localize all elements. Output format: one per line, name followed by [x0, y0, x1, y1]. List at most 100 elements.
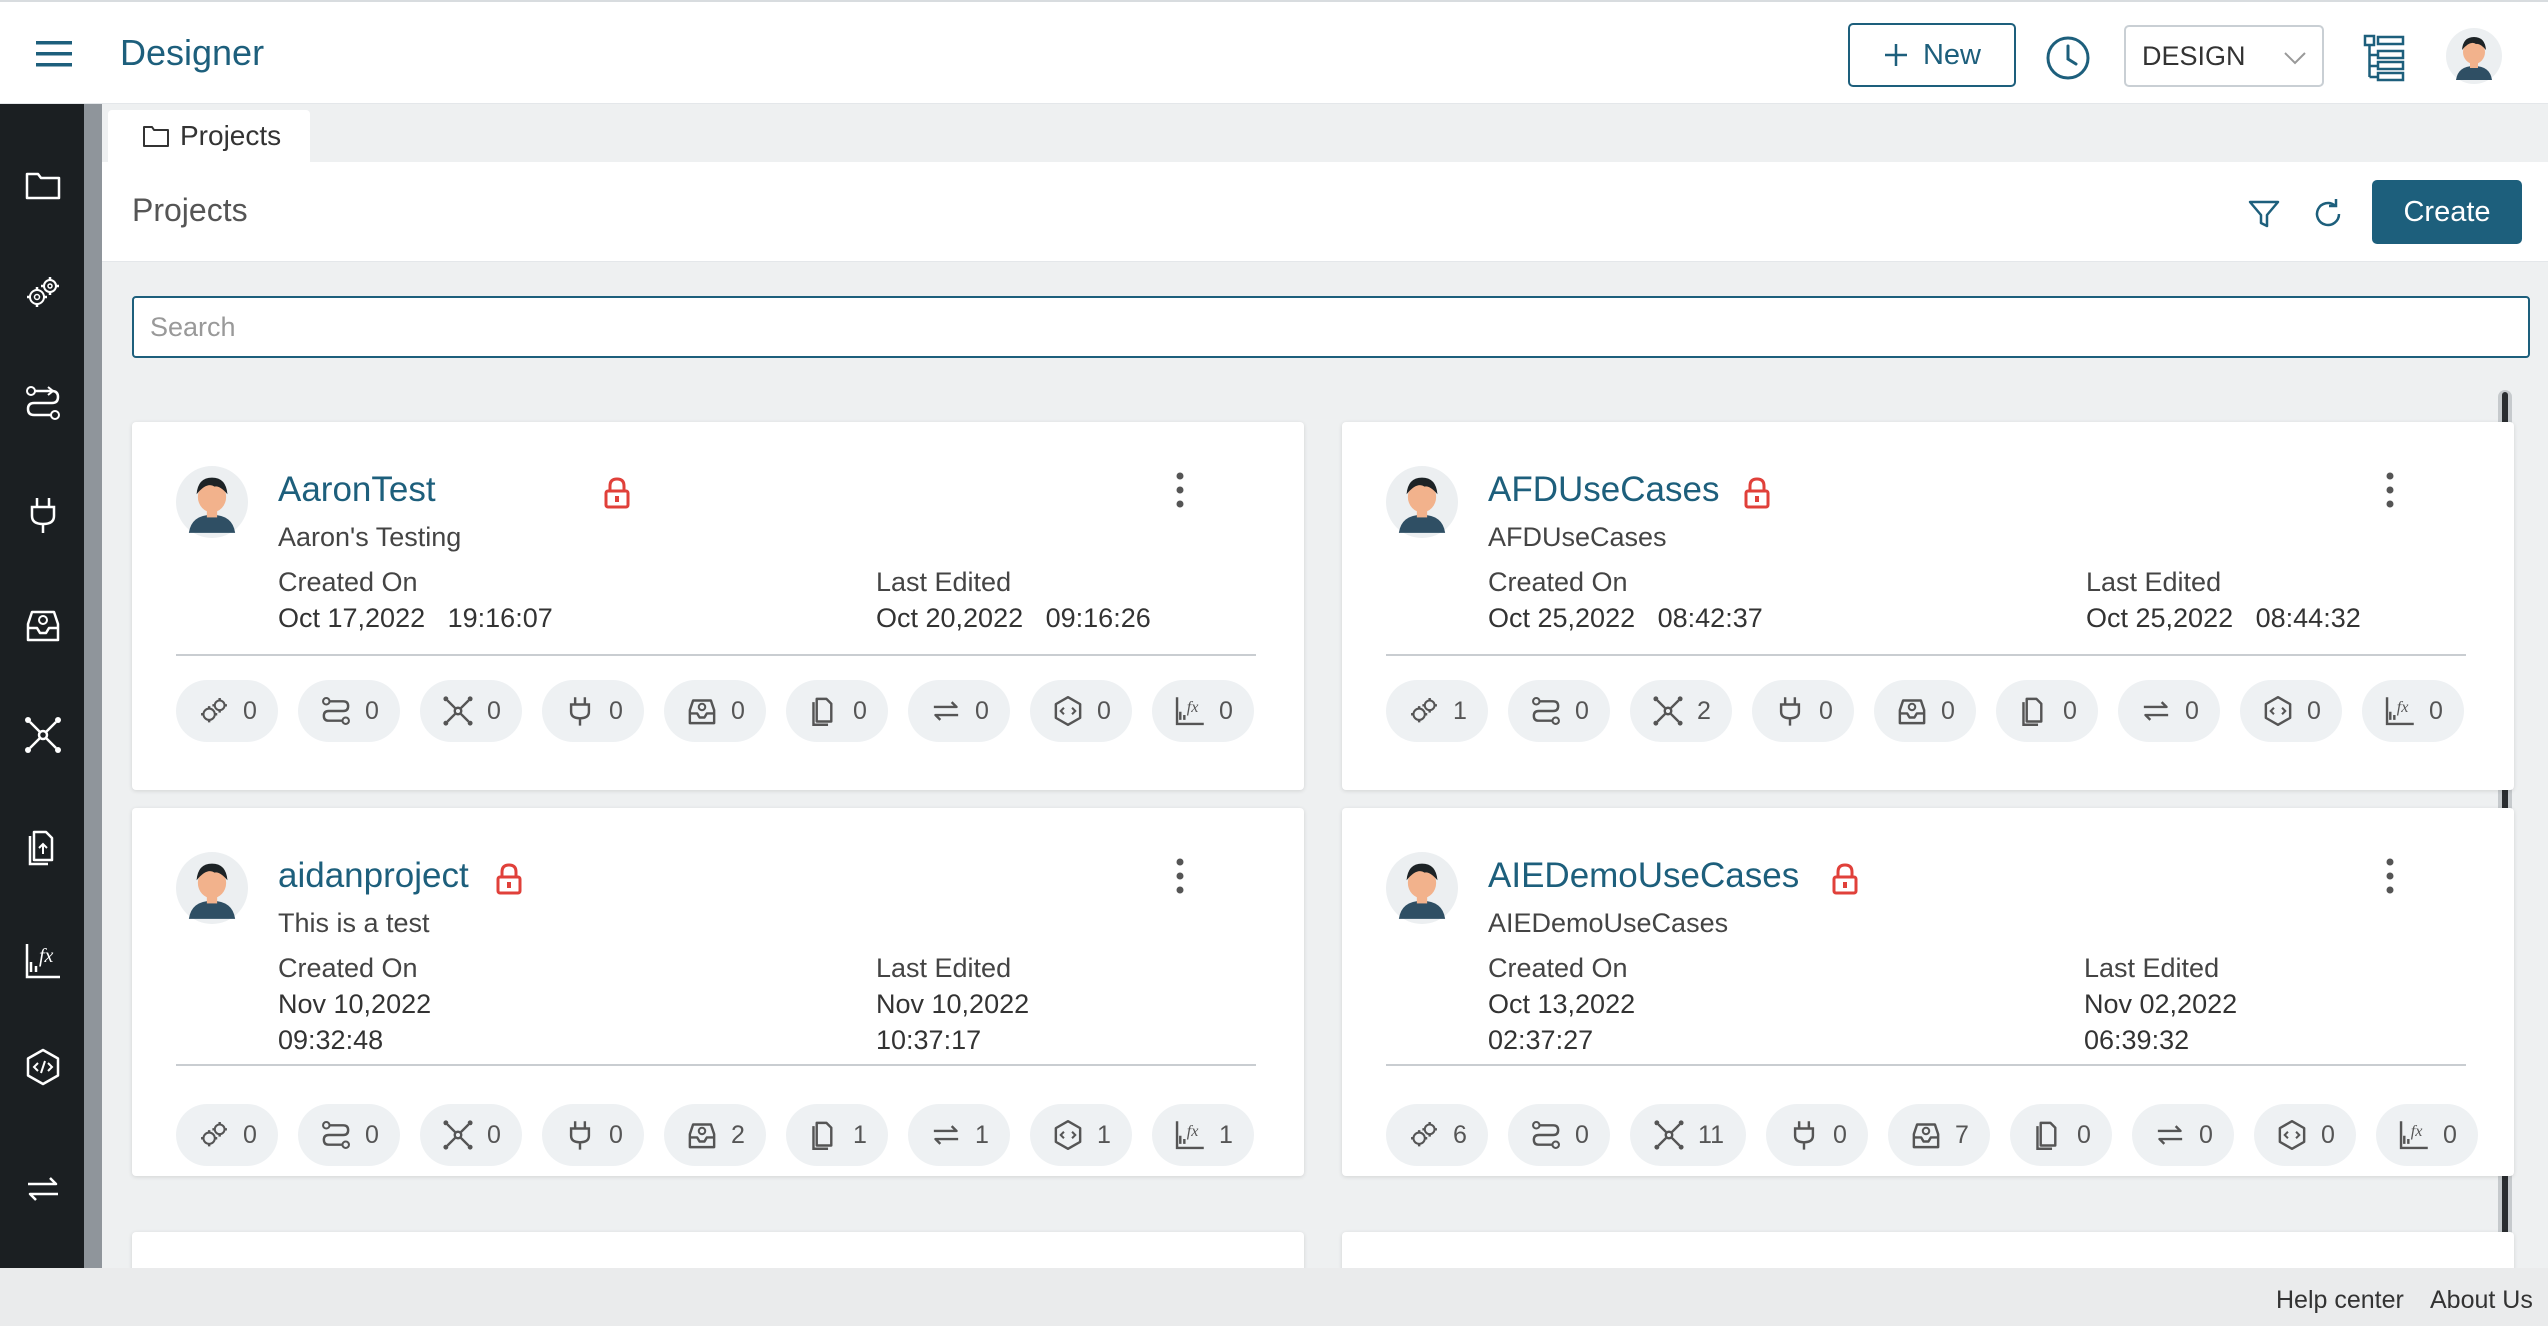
filter-icon[interactable] [2246, 196, 2282, 232]
svg-text:fx: fx [39, 945, 54, 967]
created-on-label: Created On [278, 567, 418, 597]
resource-chip[interactable]: 0 [2010, 1104, 2112, 1166]
project-card[interactable] [132, 1232, 1304, 1272]
resource-chip[interactable]: 0 [420, 680, 522, 742]
resource-count: 1 [975, 1120, 989, 1149]
new-button-label: New [1922, 38, 1981, 71]
user-avatar[interactable] [2446, 28, 2502, 84]
last-edited-label: Last Edited [2086, 567, 2222, 597]
resource-chip[interactable]: 0 [1508, 680, 1610, 742]
resource-chip[interactable]: 2 [1630, 680, 1732, 742]
resource-chip[interactable]: 0 [2254, 1104, 2356, 1166]
card-divider [176, 654, 1256, 656]
repeat-icon [2153, 1118, 2187, 1152]
resource-chip[interactable]: 0 [1766, 1104, 1868, 1166]
resource-chip[interactable]: fx 1 [1152, 1104, 1254, 1166]
resource-chip[interactable]: 0 [1030, 680, 1132, 742]
project-name[interactable]: AaronTest [278, 470, 436, 510]
project-card[interactable] [1342, 1232, 2514, 1272]
sidebar-item-projects[interactable] [22, 164, 64, 206]
project-owner-avatar [176, 852, 248, 924]
sidebar-item-connectors[interactable] [22, 494, 64, 536]
mode-select[interactable]: DESIGN [2124, 25, 2324, 87]
sidebar-item-gears[interactable] [22, 272, 64, 314]
resource-chip[interactable]: 0 [908, 680, 1010, 742]
resource-chip[interactable]: 0 [420, 1104, 522, 1166]
project-card[interactable]: aidanproject This is a test Created On Nov … [132, 808, 1304, 1176]
sidebar-item-documents[interactable] [22, 826, 64, 868]
resource-chip[interactable]: 0 [664, 680, 766, 742]
resource-chip[interactable]: 0 [1996, 680, 2098, 742]
created-date: Nov 10,2022 [278, 989, 432, 1019]
resource-chip[interactable]: 0 [542, 1104, 644, 1166]
resource-chip[interactable]: 6 [1386, 1104, 1488, 1166]
project-card[interactable]: AFDUseCases AFDUseCases Created On Oct 25,2… [1342, 422, 2514, 790]
resource-chip[interactable]: 11 [1630, 1104, 1746, 1166]
edited-date: Nov 10,2022 [876, 989, 1030, 1019]
resource-chip[interactable]: 0 [786, 680, 888, 742]
kebab-menu-icon[interactable] [1168, 468, 1192, 512]
new-button[interactable]: New [1848, 23, 2016, 87]
kebab-menu-icon[interactable] [2378, 854, 2402, 898]
resource-chip[interactable]: 0 [542, 680, 644, 742]
resource-chip[interactable]: 0 [2240, 680, 2342, 742]
resource-count: 0 [243, 696, 257, 725]
sidebar-item-sync[interactable] [22, 1168, 64, 1210]
refresh-icon[interactable] [2310, 196, 2346, 232]
resource-counts: 0 0 0 0 2 1 1 1 fx 1 [176, 1104, 1254, 1166]
resource-count: 0 [2321, 1120, 2335, 1149]
project-name[interactable]: AFDUseCases [1488, 470, 1719, 510]
project-card[interactable]: AIEDemoUseCases AIEDemoUseCases Created On… [1342, 808, 2514, 1176]
last-edited-label: Last Edited [876, 567, 1012, 597]
resource-chip[interactable]: 0 [176, 1104, 278, 1166]
page-toolbar: Projects Create [102, 162, 2548, 262]
sidebar-item-functions[interactable]: fx [22, 940, 64, 982]
project-description: AFDUseCases [1488, 522, 1667, 552]
plus-icon [1883, 42, 1909, 68]
project-card[interactable]: AaronTest Aaron's Testing Created On Oct 17… [132, 422, 1304, 790]
project-description: Aaron's Testing [278, 522, 462, 552]
hamburger-menu-icon[interactable] [34, 38, 76, 70]
mode-select-value: DESIGN [2142, 40, 2246, 71]
search-input[interactable] [132, 296, 2530, 358]
created-on-label: Created On [278, 953, 418, 983]
tab-projects[interactable]: Projects [108, 110, 310, 162]
resource-chip[interactable]: 0 [1752, 680, 1854, 742]
resource-chip[interactable]: 7 [1888, 1104, 1990, 1166]
resource-chip[interactable]: 0 [298, 680, 400, 742]
lock-icon [1742, 476, 1772, 510]
resource-chip[interactable]: fx 0 [2376, 1104, 2478, 1166]
resource-chip[interactable]: 0 [298, 1104, 400, 1166]
resource-chip[interactable]: 1 [1386, 680, 1488, 742]
resource-chip[interactable]: 0 [1874, 680, 1976, 742]
resource-chip[interactable]: 0 [1508, 1104, 1610, 1166]
sidebar-item-network[interactable] [22, 714, 64, 756]
help-center-link[interactable]: Help center [2276, 1286, 2404, 1315]
resource-chip[interactable]: 0 [176, 680, 278, 742]
clock-icon[interactable] [2044, 34, 2092, 82]
resource-chip[interactable]: 0 [2118, 680, 2220, 742]
resource-chip[interactable]: 1 [786, 1104, 888, 1166]
create-button[interactable]: Create [2372, 180, 2522, 244]
resource-count: 0 [1219, 696, 1233, 725]
resource-chip[interactable]: 2 [664, 1104, 766, 1166]
sidebar-item-inbox[interactable] [22, 604, 64, 646]
project-name[interactable]: AIEDemoUseCases [1488, 856, 1799, 896]
resource-chip[interactable]: 1 [908, 1104, 1010, 1166]
resource-chip[interactable]: fx 0 [1152, 680, 1254, 742]
project-name[interactable]: aidanproject [278, 856, 469, 896]
project-owner-avatar [1386, 852, 1458, 924]
sidebar-item-code[interactable] [22, 1046, 64, 1088]
resource-chip[interactable]: fx 0 [2362, 680, 2464, 742]
kebab-menu-icon[interactable] [2378, 468, 2402, 512]
resource-count: 1 [853, 1120, 867, 1149]
resource-chip[interactable]: 0 [2132, 1104, 2234, 1166]
resource-count: 0 [609, 696, 623, 725]
sidebar-scrollbar[interactable] [84, 104, 102, 1268]
tree-list-icon[interactable] [2362, 33, 2406, 83]
about-us-link[interactable]: About Us [2430, 1286, 2533, 1315]
svg-text:fx: fx [1187, 698, 1199, 716]
kebab-menu-icon[interactable] [1168, 854, 1192, 898]
sidebar-item-flows[interactable] [22, 382, 64, 424]
resource-chip[interactable]: 1 [1030, 1104, 1132, 1166]
